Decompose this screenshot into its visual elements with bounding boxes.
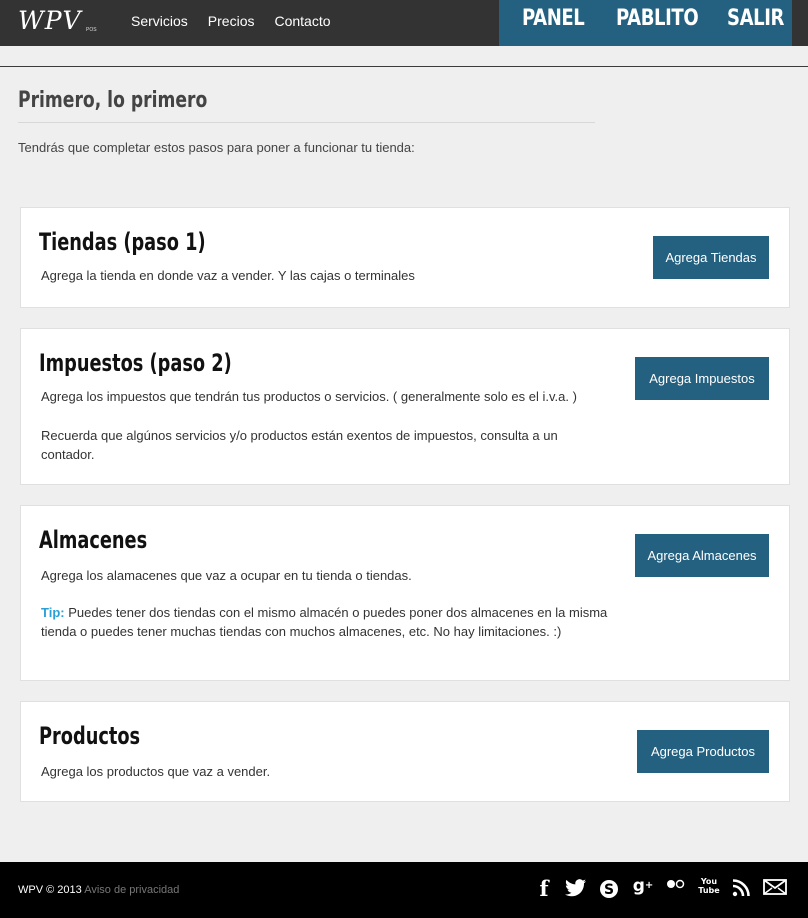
twitter-icon[interactable]	[564, 879, 588, 897]
footer-copyright: WPV © 2013 Aviso de privacidad	[18, 884, 179, 896]
step-card-tiendas: Tiendas (paso 1) Agrega la tienda en don…	[20, 207, 790, 308]
add-tiendas-button[interactable]: Agrega Tiendas	[653, 236, 769, 279]
youtube-icon[interactable]: You Tube	[698, 877, 720, 895]
user-bar: PANEL PABLITO SALIR	[499, 0, 792, 46]
step-description: Agrega la tienda en donde vaz a vender. …	[41, 268, 415, 283]
rss-icon[interactable]	[732, 879, 750, 897]
nav-contacto[interactable]: Contacto	[274, 12, 330, 30]
step-card-productos: Productos Agrega los productos que vaz a…	[20, 701, 790, 802]
add-productos-button[interactable]: Agrega Productos	[637, 730, 769, 773]
intro-text: Tendrás que completar estos pasos para p…	[18, 140, 415, 155]
nav-precios[interactable]: Precios	[208, 12, 255, 30]
email-icon[interactable]	[763, 879, 787, 895]
flickr-icon[interactable]	[666, 879, 686, 889]
logout-link[interactable]: SALIR	[727, 6, 784, 31]
skype-icon[interactable]: S	[599, 879, 619, 899]
step-card-impuestos: Impuestos (paso 2) Agrega los impuestos …	[20, 328, 790, 485]
step-title: Almacenes	[39, 526, 148, 554]
step-description: Agrega los alamacenes que vaz a ocupar e…	[41, 568, 412, 583]
add-almacenes-button[interactable]: Agrega Almacenes	[635, 534, 769, 577]
nav-servicios[interactable]: Servicios	[131, 12, 188, 30]
add-impuestos-button[interactable]: Agrega Impuestos	[635, 357, 769, 400]
main-nav: Servicios Precios Contacto	[131, 12, 351, 30]
step-title: Impuestos (paso 2)	[39, 349, 232, 377]
youtube-label: You Tube	[698, 877, 720, 895]
step-note: Recuerda que algúnos servicios y/o produ…	[41, 428, 558, 462]
tip-text: Puedes tener dos tiendas con el mismo al…	[41, 605, 608, 639]
title-divider	[18, 122, 595, 123]
privacy-link[interactable]: Aviso de privacidad	[84, 884, 179, 896]
page-title: Primero, lo primero	[18, 88, 208, 113]
step-description: Agrega los productos que vaz a vender.	[41, 764, 271, 779]
step-card-almacenes: Almacenes Agrega los alamacenes que vaz …	[20, 505, 790, 681]
logo-subtitle: POS	[86, 27, 97, 33]
top-navbar: WPV POS Servicios Precios Contacto PANEL…	[0, 0, 808, 46]
tip-label: Tip:	[41, 605, 65, 620]
panel-link[interactable]: PANEL	[522, 6, 585, 31]
footer: WPV © 2013 Aviso de privacidad f S g + Yo…	[0, 862, 808, 918]
google-plus-icon[interactable]: g +	[632, 876, 654, 896]
step-title: Tiendas (paso 1)	[39, 228, 206, 256]
logo[interactable]: WPV	[18, 6, 82, 35]
copyright-text: WPV © 2013	[18, 884, 82, 896]
step-title: Productos	[39, 722, 141, 750]
facebook-icon[interactable]: f	[537, 878, 551, 899]
header-divider	[0, 66, 808, 67]
svg-text:S: S	[604, 882, 614, 898]
step-description: Agrega los impuestos que tendrán tus pro…	[41, 389, 577, 404]
step-tip: Tip: Puedes tener dos tiendas con el mis…	[41, 603, 626, 641]
username-link[interactable]: PABLITO	[616, 6, 699, 31]
